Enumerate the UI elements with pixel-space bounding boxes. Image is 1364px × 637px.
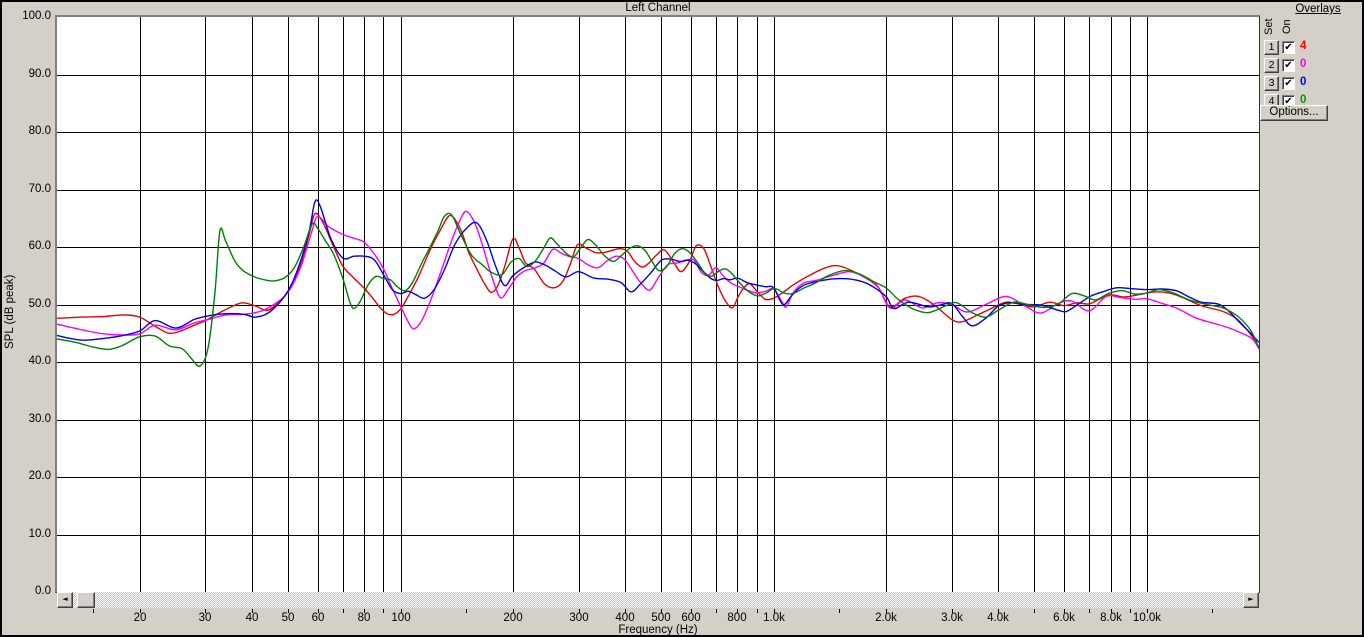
x-tick-label: 80 <box>357 612 371 624</box>
x-tick-label: 60 <box>311 612 325 624</box>
y-tick-label: 20.0 <box>28 470 51 482</box>
y-tick-label: 0.0 <box>35 585 51 597</box>
x-tick-label: 200 <box>503 612 523 624</box>
y-tick-label: 30.0 <box>28 412 51 425</box>
overlays-set-column-header: Set <box>1263 18 1275 36</box>
x-tick-label: 3.0k <box>941 612 963 624</box>
x-tick-label: 1.0k <box>763 612 785 624</box>
y-tick-label: 50.0 <box>28 297 51 310</box>
scroll-right-icon: ► <box>1248 595 1254 603</box>
y-tick-label: 10.0 <box>28 527 51 540</box>
y-axis-title: SPL (dB peak) <box>4 274 16 350</box>
chart-title: Left Channel <box>625 2 691 14</box>
x-tick-label: 6.0k <box>1053 612 1075 624</box>
x-tick-label: 500 <box>651 612 671 624</box>
x-tick-label: 2.0k <box>875 612 897 624</box>
overlay-set-button-1[interactable]: 1 <box>1264 40 1279 55</box>
overlay-value-1: 4 <box>1300 40 1307 52</box>
overlays-on-column-header: On <box>1281 19 1293 35</box>
scrollbar-thumb[interactable] <box>77 592 95 608</box>
overlay-on-checkbox-2[interactable]: ✔ <box>1282 59 1295 72</box>
scroll-left-button[interactable]: ◄ <box>57 592 73 608</box>
plot-area <box>55 15 1260 593</box>
y-tick-label: 40.0 <box>28 355 51 367</box>
y-tick-label: 80.0 <box>28 125 51 137</box>
x-tick-label: 8.0k <box>1100 612 1122 624</box>
x-tick-label: 40 <box>245 612 259 624</box>
x-tick-label: 10.0k <box>1132 612 1162 624</box>
overlay-on-checkbox-1[interactable]: ✔ <box>1282 41 1295 54</box>
y-tick-label: 70.0 <box>28 182 51 195</box>
x-axis-title: Frequency (Hz) <box>618 624 698 636</box>
x-tick-label: 100 <box>391 612 411 624</box>
x-tick-label: 50 <box>281 612 295 624</box>
x-tick-label: 400 <box>615 612 635 624</box>
overlay-on-checkbox-3[interactable]: ✔ <box>1282 77 1295 90</box>
scroll-right-button[interactable]: ► <box>1243 592 1259 608</box>
overlay-3-curve <box>57 199 1259 343</box>
plot-svg <box>57 17 1259 592</box>
overlay-set-button-2[interactable]: 2 <box>1264 58 1279 73</box>
x-tick-label: 600 <box>681 612 701 624</box>
x-tick-label: 30 <box>198 612 212 624</box>
overlay-value-2: 0 <box>1300 58 1307 70</box>
overlay-value-3: 0 <box>1300 76 1307 88</box>
options-button[interactable]: Options... <box>1260 105 1328 121</box>
app-window: Left Channel SPL (dB peak) 100.0 90.0 80.0… <box>0 0 1364 637</box>
frequency-scrollbar[interactable]: ◄ ► <box>57 592 1259 608</box>
overlay-1-curve <box>57 212 1259 348</box>
overlay-4-curve <box>57 212 1259 367</box>
x-tick-label: 4.0k <box>987 612 1009 624</box>
x-tick-label: 300 <box>569 612 589 624</box>
overlay-2-curve <box>57 210 1259 350</box>
x-tick-label: 20 <box>133 612 147 624</box>
y-tick-label: 60.0 <box>28 240 51 252</box>
overlay-set-button-3[interactable]: 3 <box>1264 76 1279 91</box>
x-tick-label: 800 <box>727 612 747 624</box>
y-tick-label: 90.0 <box>28 67 51 80</box>
y-tick-label: 100.0 <box>22 10 51 22</box>
scroll-left-icon: ◄ <box>62 595 68 603</box>
